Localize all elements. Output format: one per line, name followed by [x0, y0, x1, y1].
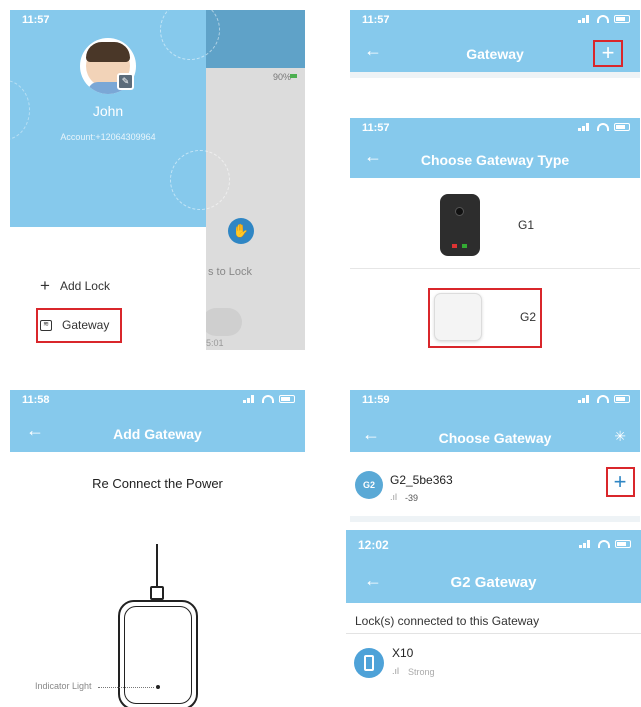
instruction-text: Re Connect the Power	[92, 476, 223, 491]
choose-gateway-type-screen: 11:57 ← Choose Gateway Type G1 G2	[350, 118, 640, 350]
lock-signal: Strong	[408, 667, 435, 677]
account-number: Account:+12064309964	[60, 132, 156, 142]
g2-gateway-icon: G2	[355, 471, 383, 499]
side-menu-screen: 90% ✋ s to Lock 5:01 11:57 ✎ John Accoun…	[10, 10, 305, 350]
gateway-type-g1[interactable]: G1	[350, 184, 640, 266]
lock-list-item[interactable]: X10 .ıl Strong	[346, 636, 641, 688]
signal-icon: .ıl	[390, 492, 398, 502]
section-header: Lock(s) connected to this Gateway	[346, 606, 641, 634]
menu-item-add-lock[interactable]: + Add Lock	[40, 276, 110, 296]
highlight-plus-button	[606, 467, 635, 497]
plus-icon: +	[40, 276, 50, 295]
highlight-gateway-menu	[36, 308, 122, 343]
g2-gateway-screen: 12:02 ← G2 Gateway Lock(s) connected to …	[346, 530, 641, 690]
page-title: Choose Gateway	[438, 430, 552, 446]
lock-name: X10	[392, 646, 414, 660]
add-gateway-screen: 11:58 ← Add Gateway Re Connect the Power…	[10, 390, 305, 707]
page-title: Add Gateway	[113, 426, 202, 442]
choose-gateway-screen: 11:59 ← Choose Gateway ✳ G2 G2_5be363 .ı…	[350, 390, 640, 522]
gateway-name: G2_5be363	[390, 473, 453, 487]
edit-profile-icon[interactable]: ✎	[117, 73, 134, 90]
page-title: G2 Gateway	[450, 574, 537, 591]
drawer: 11:57 ✎ John Account:+12064309964 + Add …	[10, 10, 230, 350]
status-bar: 11:58	[10, 390, 305, 412]
background-hint: s to Lock	[208, 266, 253, 278]
page-title: Choose Gateway Type	[420, 152, 570, 168]
user-name: John	[92, 103, 124, 119]
status-bar: 11:57	[22, 14, 50, 26]
signal-icon: .ıl	[392, 666, 400, 676]
g1-device-image	[440, 194, 480, 256]
status-bar: 11:57	[350, 10, 640, 32]
battery-percent: 90%	[272, 72, 291, 82]
lock-icon	[354, 648, 384, 678]
highlight-g2-option	[428, 288, 542, 348]
loading-spinner-icon: ✳	[614, 428, 626, 444]
background-unlock-icon: ✋	[228, 218, 254, 244]
background-time: 5:01	[206, 338, 224, 348]
gateway-list-item[interactable]: G2 G2_5be363 .ıl -39 +	[350, 456, 640, 514]
gateway-power-illustration: Indicator Light	[10, 540, 305, 707]
status-bar: 11:59	[350, 390, 640, 412]
status-bar: 12:02	[346, 530, 641, 552]
status-bar: 11:57	[350, 118, 640, 140]
gateway-screen: 11:57 ← Gateway +	[350, 10, 640, 80]
highlight-add-button	[593, 40, 623, 67]
gateway-rssi: -39	[405, 493, 419, 503]
indicator-light-label: Indicator Light	[35, 681, 92, 691]
